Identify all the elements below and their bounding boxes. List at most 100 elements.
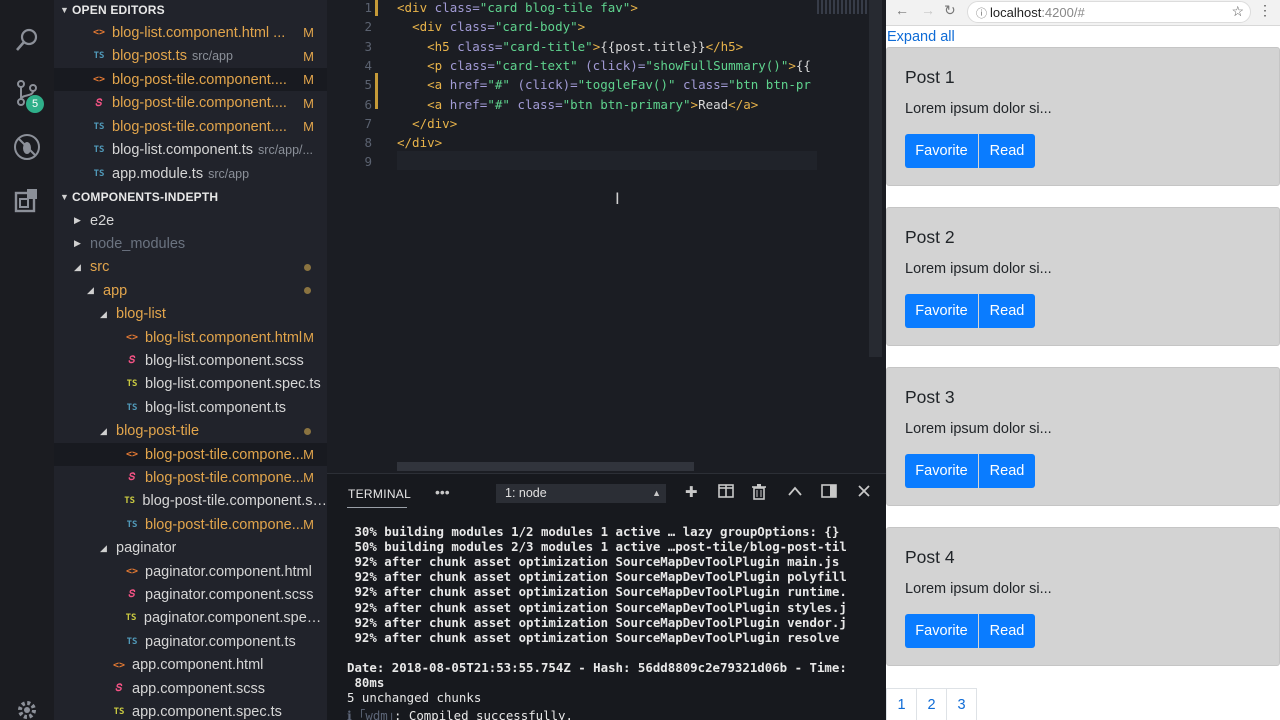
tree-file[interactable]: <> app.component.html [54,654,327,677]
post-title: Post 2 [905,227,955,247]
tree-file[interactable]: TS app.component.spec.ts [54,700,327,720]
forward-arrow-icon[interactable]: → [921,2,935,18]
post-card: Post 4 Lorem ipsum dolor si... Favorite Rea… [886,527,1280,666]
tree-file[interactable]: 𝑆app.component.scss [54,677,327,700]
browser-menu-icon[interactable]: ⋮ [1258,2,1272,19]
post-title: Post 4 [905,547,955,567]
tree-file[interactable]: TS blog-post-tile.compone... M [54,513,327,536]
terminal-select[interactable]: 1: node ▲ [496,484,666,503]
read-button[interactable]: Read [979,614,1035,648]
spec-file-icon: TS [113,706,125,717]
url-host: localhost [990,5,1042,20]
open-editor-item[interactable]: TS blog-post-tile.component.... M [54,115,327,138]
post-summary[interactable]: Lorem ipsum dolor si... [905,101,1052,117]
debug-icon[interactable] [12,132,42,162]
read-button[interactable]: Read [979,294,1035,328]
tree-folder[interactable]: ▶ e2e [54,209,327,232]
more-actions-button[interactable]: ••• [435,484,450,500]
favorite-button[interactable]: Favorite [905,134,978,168]
tree-file[interactable]: TS blog-post-tile.component.sp... [54,490,327,513]
open-editor-item[interactable]: 𝑆blog-post-tile.component.... M [54,92,327,115]
post-summary[interactable]: Lorem ipsum dolor si... [905,421,1052,437]
ts-file-icon: TS [93,145,105,155]
tree-file[interactable]: 𝑆blog-post-tile.compone... M [54,466,327,489]
tree-item-name: app [103,282,128,299]
reload-icon[interactable]: ↻ [944,2,956,19]
post-card: Post 3 Lorem ipsum dolor si... Favorite Rea… [886,367,1280,506]
page-link[interactable]: 1 [886,688,917,720]
tree-file[interactable]: TS paginator.component.spec.ts [54,607,327,630]
open-editor-path: src/app [208,166,250,181]
chevron-up-icon[interactable] [787,484,803,503]
tree-file[interactable]: 𝑆blog-list.component.scss [54,349,327,372]
tree-folder[interactable]: ◢ blog-list [54,303,327,326]
horizontal-scrollbar[interactable] [397,462,694,471]
open-editors-header[interactable]: ▼ OPEN EDITORS [54,0,327,21]
address-bar[interactable]: ⓘ localhost:4200/# ☆ [967,1,1251,23]
code-line: <div class="card-body"> [397,19,585,34]
page-link[interactable]: 3 [946,688,977,720]
html-file-icon: <> [125,332,139,343]
tree-file[interactable]: TS paginator.component.ts [54,630,327,653]
tree-folder[interactable]: ◢ app [54,279,327,302]
tree-folder[interactable]: ◢ blog-post-tile [54,420,327,443]
page-link[interactable]: 2 [916,688,947,720]
search-icon[interactable] [12,25,42,55]
trash-icon[interactable] [752,484,766,505]
code-token: "showFullSummary()" [645,57,789,73]
tree-file[interactable]: <> blog-list.component.html M [54,326,327,349]
code-editor[interactable]: 1 <div class="card blog-tile fav"> 2 <div … [327,0,886,473]
terminal-compiled-line: ℹ ｢wdm｣: Compiled successfully. [347,706,573,720]
toggle-panel-icon[interactable] [821,484,837,503]
split-terminal-icon[interactable] [718,484,734,503]
tree-folder[interactable]: ◢ src [54,256,327,279]
text-cursor-icon: I [615,189,620,208]
open-editor-item[interactable]: <> blog-post-tile.component.... M [54,68,327,91]
post-summary[interactable]: Lorem ipsum dolor si... [905,581,1052,597]
code-token: "card-title" [502,38,593,54]
read-button[interactable]: Read [979,454,1035,488]
extensions-icon[interactable] [12,185,42,215]
info-icon[interactable]: ⓘ [976,5,987,21]
back-arrow-icon[interactable]: ← [895,2,909,18]
code-token: </div> [397,135,443,151]
post-summary[interactable]: Lorem ipsum dolor si... [905,261,1052,277]
chevron-right-icon: ▶ [74,215,81,225]
tree-file[interactable]: <> paginator.component.html [54,560,327,583]
favorite-button[interactable]: Favorite [905,294,978,328]
html-file-icon: <> [112,659,126,671]
terminal-output-line: 92% after chunk asset optimization Sourc… [347,569,847,585]
open-editor-item[interactable]: TS app.module.ts src/app [54,162,327,185]
close-icon[interactable] [857,484,871,503]
settings-gear-icon[interactable] [12,695,42,720]
tree-file[interactable]: TS blog-list.component.ts [54,396,327,419]
star-icon[interactable]: ☆ [1231,3,1244,20]
open-editor-path: src/app [191,49,233,63]
add-terminal-icon[interactable]: ✚ [685,484,698,502]
tree-item-name: paginator.component.ts [145,633,296,650]
project-header[interactable]: ▼ COMPONENTS-INDEPTH [54,185,327,208]
code-token: {{ [795,57,811,73]
expand-all-link[interactable]: Expand all [887,29,955,45]
read-button[interactable]: Read [979,134,1035,168]
open-editor-item[interactable]: TS blog-post.ts src/app M [54,45,327,68]
open-editor-item[interactable]: TS blog-list.component.ts src/app/... [54,139,327,162]
tab-terminal[interactable]: TERMINAL [348,487,411,501]
open-editor-item[interactable]: <> blog-list.component.html ... M [54,21,327,44]
activity-bar: 5 [0,0,54,720]
tree-file[interactable]: TS blog-list.component.spec.ts [54,373,327,396]
tree-file[interactable]: 𝑆paginator.component.scss [54,583,327,606]
spec-file-icon: TS [125,613,137,624]
tree-folder[interactable]: ◢ paginator [54,537,327,560]
code-token: "card-body" [494,19,578,35]
vertical-scrollbar[interactable] [869,0,882,357]
favorite-button[interactable]: Favorite [905,454,978,488]
favorite-button[interactable]: Favorite [905,614,978,648]
tree-item-name: paginator.component.html [145,563,312,580]
scss-file-icon: 𝑆 [128,589,136,601]
tree-folder[interactable]: ▶ node_modules [54,232,327,255]
minimap[interactable] [817,0,869,14]
tree-file[interactable]: <> blog-post-tile.compone... M [54,443,327,466]
line-number: 7 [364,115,372,131]
